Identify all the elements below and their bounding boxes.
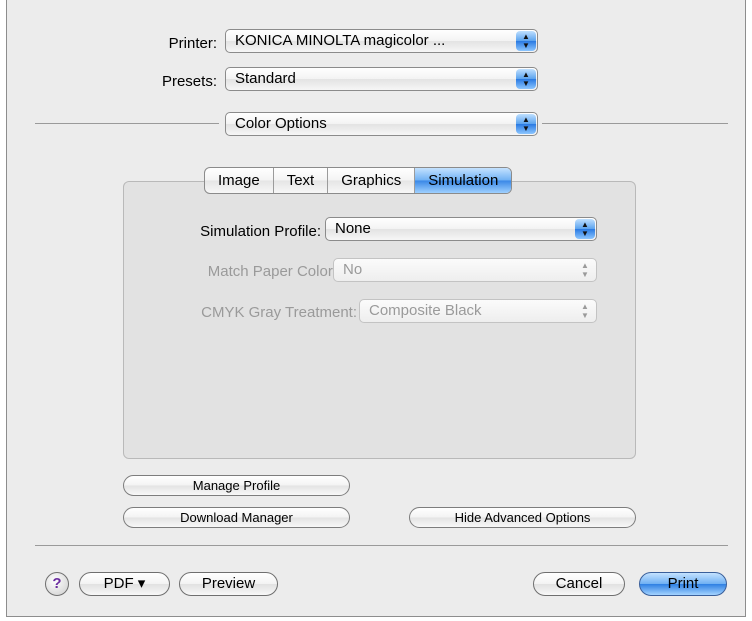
- tab-bar: Image Text Graphics Simulation: [204, 167, 513, 194]
- match-paper-color-popup[interactable]: No ▲ ▼: [333, 258, 597, 282]
- popup-arrows-icon: ▲ ▼: [516, 31, 536, 51]
- match-paper-color-value: No: [343, 261, 363, 278]
- preview-button[interactable]: Preview: [179, 572, 278, 596]
- hide-advanced-options-button[interactable]: Hide Advanced Options: [409, 507, 636, 528]
- print-button[interactable]: Print: [639, 572, 727, 596]
- divider-left: [35, 123, 219, 124]
- divider-right: [542, 123, 728, 124]
- cancel-button[interactable]: Cancel: [533, 572, 625, 596]
- cmyk-gray-treatment-popup[interactable]: Composite Black ▲ ▼: [359, 299, 597, 323]
- question-icon: ?: [52, 575, 62, 592]
- pdf-menu-button[interactable]: PDF ▾: [79, 572, 170, 596]
- presets-value: Standard: [235, 70, 296, 87]
- popup-arrows-icon: ▲ ▼: [581, 261, 589, 279]
- presets-popup[interactable]: Standard ▲ ▼: [225, 67, 538, 91]
- simulation-profile-value: None: [335, 220, 371, 237]
- printer-popup[interactable]: KONICA MINOLTA magicolor ... ▲ ▼: [225, 29, 538, 53]
- tab-simulation[interactable]: Simulation: [415, 168, 512, 193]
- popup-arrows-icon: ▲ ▼: [516, 69, 536, 89]
- cmyk-gray-treatment-label: CMYK Gray Treatment:: [201, 304, 357, 321]
- presets-label: Presets:: [161, 73, 217, 90]
- print-dialog: Printer: KONICA MINOLTA magicolor ... ▲ ▼…: [6, 0, 746, 617]
- panel-popup[interactable]: Color Options ▲ ▼: [225, 112, 538, 136]
- download-manager-button[interactable]: Download Manager: [123, 507, 350, 528]
- tab-text[interactable]: Text: [274, 168, 329, 193]
- simulation-profile-popup[interactable]: None ▲ ▼: [325, 217, 597, 241]
- tab-image[interactable]: Image: [205, 168, 274, 193]
- popup-arrows-icon: ▲ ▼: [575, 219, 595, 239]
- manage-profile-button[interactable]: Manage Profile: [123, 475, 350, 496]
- panel-value: Color Options: [235, 115, 327, 132]
- help-button[interactable]: ?: [45, 572, 69, 596]
- printer-label: Printer:: [168, 35, 217, 52]
- printer-value: KONICA MINOLTA magicolor ...: [235, 32, 446, 49]
- tab-graphics[interactable]: Graphics: [328, 168, 416, 193]
- match-paper-color-label: Match Paper Color:: [207, 263, 337, 280]
- simulation-profile-label: Simulation Profile:: [200, 223, 321, 240]
- bottom-divider: [35, 545, 728, 546]
- popup-arrows-icon: ▲ ▼: [581, 302, 589, 320]
- cmyk-gray-treatment-value: Composite Black: [369, 302, 482, 319]
- popup-arrows-icon: ▲ ▼: [516, 114, 536, 134]
